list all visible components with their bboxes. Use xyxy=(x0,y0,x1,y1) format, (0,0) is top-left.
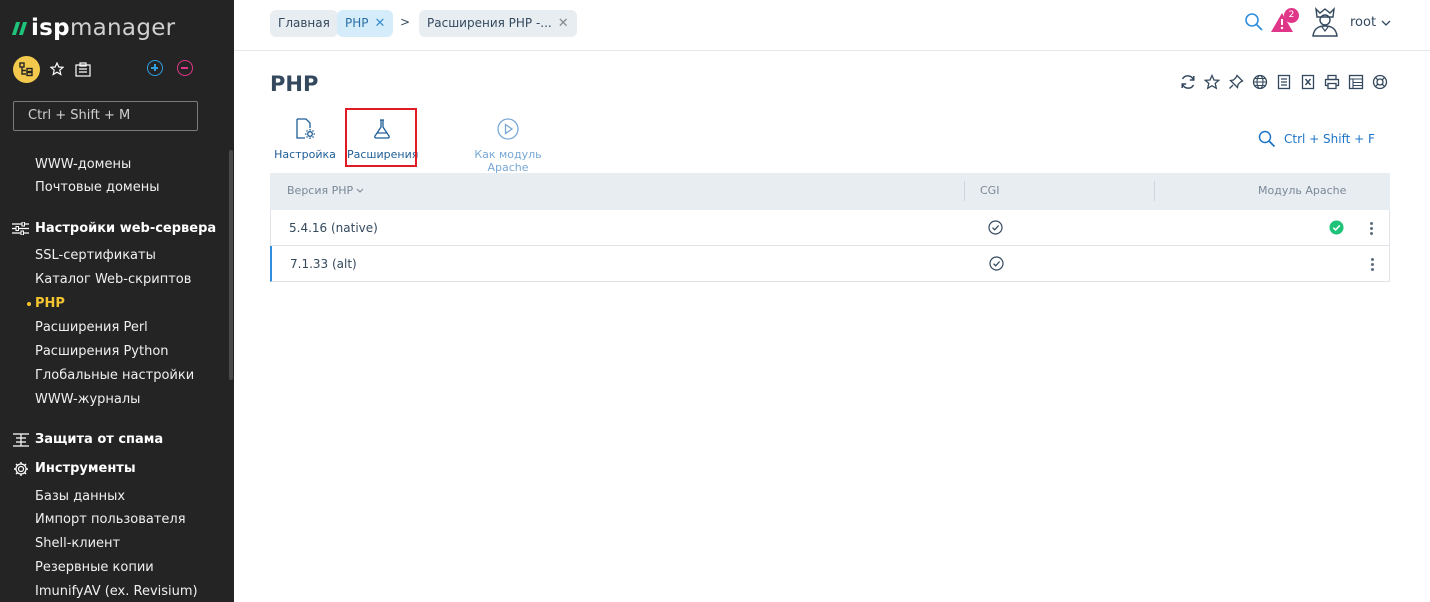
breadcrumb-php-extensions[interactable]: Расширения PHP -... ✕ xyxy=(419,10,577,37)
globe-icon[interactable] xyxy=(1252,74,1268,90)
row-menu-icon[interactable] xyxy=(1363,219,1379,237)
close-icon[interactable]: ✕ xyxy=(375,10,386,37)
sidebar-item-shell[interactable]: Shell-клиент xyxy=(35,536,120,551)
table-row[interactable]: 5.4.16 (native) xyxy=(270,210,1390,246)
sidebar-item-databases[interactable]: Базы данных xyxy=(35,489,125,504)
pin-icon[interactable] xyxy=(1228,74,1244,90)
gear-icon xyxy=(12,461,29,476)
column-divider[interactable] xyxy=(1154,181,1155,201)
sidebar-item-global-settings[interactable]: Глобальные настройки xyxy=(35,368,194,383)
column-header-label: Версия PHP xyxy=(287,184,354,197)
avatar-icon[interactable] xyxy=(1309,7,1341,37)
table-settings-icon[interactable] xyxy=(1348,74,1364,90)
sidebar-group-tools[interactable]: Инструменты xyxy=(12,461,136,476)
user-name: root xyxy=(1350,15,1377,30)
close-icon[interactable]: ✕ xyxy=(558,10,569,37)
page-title: PHP xyxy=(270,72,319,96)
sidebar-item-ssl[interactable]: SSL-сертификаты xyxy=(35,248,156,263)
favorite-icon[interactable] xyxy=(1204,74,1220,90)
sliders-icon xyxy=(12,222,29,236)
user-menu[interactable]: root xyxy=(1350,15,1391,30)
clipboard-icon[interactable] xyxy=(74,60,92,78)
row-menu-icon[interactable] xyxy=(1364,255,1380,273)
menu-tree-icon[interactable] xyxy=(13,56,40,83)
sidebar-group-label: Настройки web-сервера xyxy=(35,221,217,236)
breadcrumb-label: PHP xyxy=(345,16,369,30)
sidebar-item-mail-domains[interactable]: Почтовые домены xyxy=(35,180,160,195)
print-icon[interactable] xyxy=(1324,74,1340,90)
breadcrumb-separator: > xyxy=(400,15,411,29)
breadcrumb-label: Главная xyxy=(278,16,330,30)
apache-module-button[interactable]: Как модуль Apache xyxy=(454,116,562,174)
logo-text-bold: isp xyxy=(31,15,70,41)
sidebar-group-antispam[interactable]: Защита от спама xyxy=(12,432,163,447)
sidebar-item-python[interactable]: Расширения Python xyxy=(35,344,169,359)
active-dot xyxy=(27,302,31,306)
help-lifebuoy-icon[interactable] xyxy=(1372,74,1388,90)
page-tools xyxy=(1180,74,1388,90)
sidebar-item-label: PHP xyxy=(35,296,65,311)
column-header-version[interactable]: Версия PHP xyxy=(287,184,364,197)
sidebar-group-label: Защита от спама xyxy=(35,432,164,447)
sidebar-item-backups[interactable]: Резервные копии xyxy=(35,560,154,575)
version-cell: 5.4.16 (native) xyxy=(289,221,378,235)
table-row[interactable]: 7.1.33 (alt) xyxy=(270,246,1390,282)
php-versions-table: Версия PHP CGI Модуль Apache 5.4.16 (nat… xyxy=(270,173,1390,282)
sidebar-item-www-domains[interactable]: WWW-домены xyxy=(35,157,131,172)
star-icon[interactable] xyxy=(48,60,66,78)
alerts-count-badge: 2 xyxy=(1284,8,1299,23)
search-icon xyxy=(1258,130,1276,148)
sidebar-group-webserver[interactable]: Настройки web-сервера xyxy=(12,221,216,236)
ispmanager-logo[interactable]: ispmanager xyxy=(11,15,176,41)
settings-button[interactable]: Настройка xyxy=(272,116,338,161)
menu-search-input[interactable]: Ctrl + Shift + M xyxy=(13,101,198,131)
version-cell: 7.1.33 (alt) xyxy=(290,257,357,271)
breadcrumb-home[interactable]: Главная xyxy=(270,10,338,37)
settings-button-label: Настройка xyxy=(274,148,336,161)
sidebar-tools xyxy=(13,56,223,83)
excel-icon[interactable] xyxy=(1300,74,1316,90)
column-divider[interactable] xyxy=(964,181,965,201)
filter-hint: Ctrl + Shift + F xyxy=(1284,132,1375,146)
sidebar-group-label: Инструменты xyxy=(35,461,136,476)
sidebar-item-php[interactable]: PHP xyxy=(27,296,65,311)
chevron-down-icon xyxy=(1381,20,1391,26)
sidebar-scrollbar[interactable] xyxy=(229,150,233,380)
apache-module-button-label: Как модуль Apache xyxy=(474,148,542,174)
sidebar: ispmanager Ctrl + Shift + M WWW-домены П… xyxy=(0,0,234,602)
expand-all-icon[interactable] xyxy=(147,60,163,76)
breadcrumb-label: Расширения PHP -... xyxy=(427,16,552,30)
check-circle-icon xyxy=(988,220,1004,236)
logo-text-rest: manager xyxy=(69,15,176,41)
sidebar-item-www-logs[interactable]: WWW-журналы xyxy=(35,392,140,407)
logo-mark-icon xyxy=(11,21,28,35)
breadcrumb-php[interactable]: PHP ✕ xyxy=(337,10,394,37)
sidebar-item-web-scripts[interactable]: Каталог Web-скриптов xyxy=(35,272,191,287)
sidebar-item-perl[interactable]: Расширения Perl xyxy=(35,320,148,335)
refresh-icon[interactable] xyxy=(1180,74,1196,90)
filter-icon xyxy=(12,432,29,447)
table-filter-button[interactable]: Ctrl + Shift + F xyxy=(1258,130,1375,148)
sidebar-item-imunify[interactable]: ImunifyAV (ex. Revisium) xyxy=(35,584,198,599)
sidebar-item-import-user[interactable]: Импорт пользователя xyxy=(35,512,186,527)
column-header-apache[interactable]: Модуль Apache xyxy=(1258,184,1346,197)
search-icon[interactable] xyxy=(1244,12,1264,32)
status-on-icon xyxy=(1329,220,1344,235)
sort-chevron-icon xyxy=(356,188,364,193)
table-header: Версия PHP CGI Модуль Apache xyxy=(270,173,1390,210)
column-header-cgi[interactable]: CGI xyxy=(980,184,999,197)
topbar: Главная PHP ✕ > Расширения PHP -... ✕ 2 … xyxy=(234,0,1430,51)
highlight-box xyxy=(345,108,417,167)
check-circle-icon xyxy=(989,256,1005,272)
play-circle-icon xyxy=(495,116,521,142)
collapse-all-icon[interactable] xyxy=(177,60,193,76)
settings-doc-icon xyxy=(292,116,318,142)
document-icon[interactable] xyxy=(1276,74,1292,90)
